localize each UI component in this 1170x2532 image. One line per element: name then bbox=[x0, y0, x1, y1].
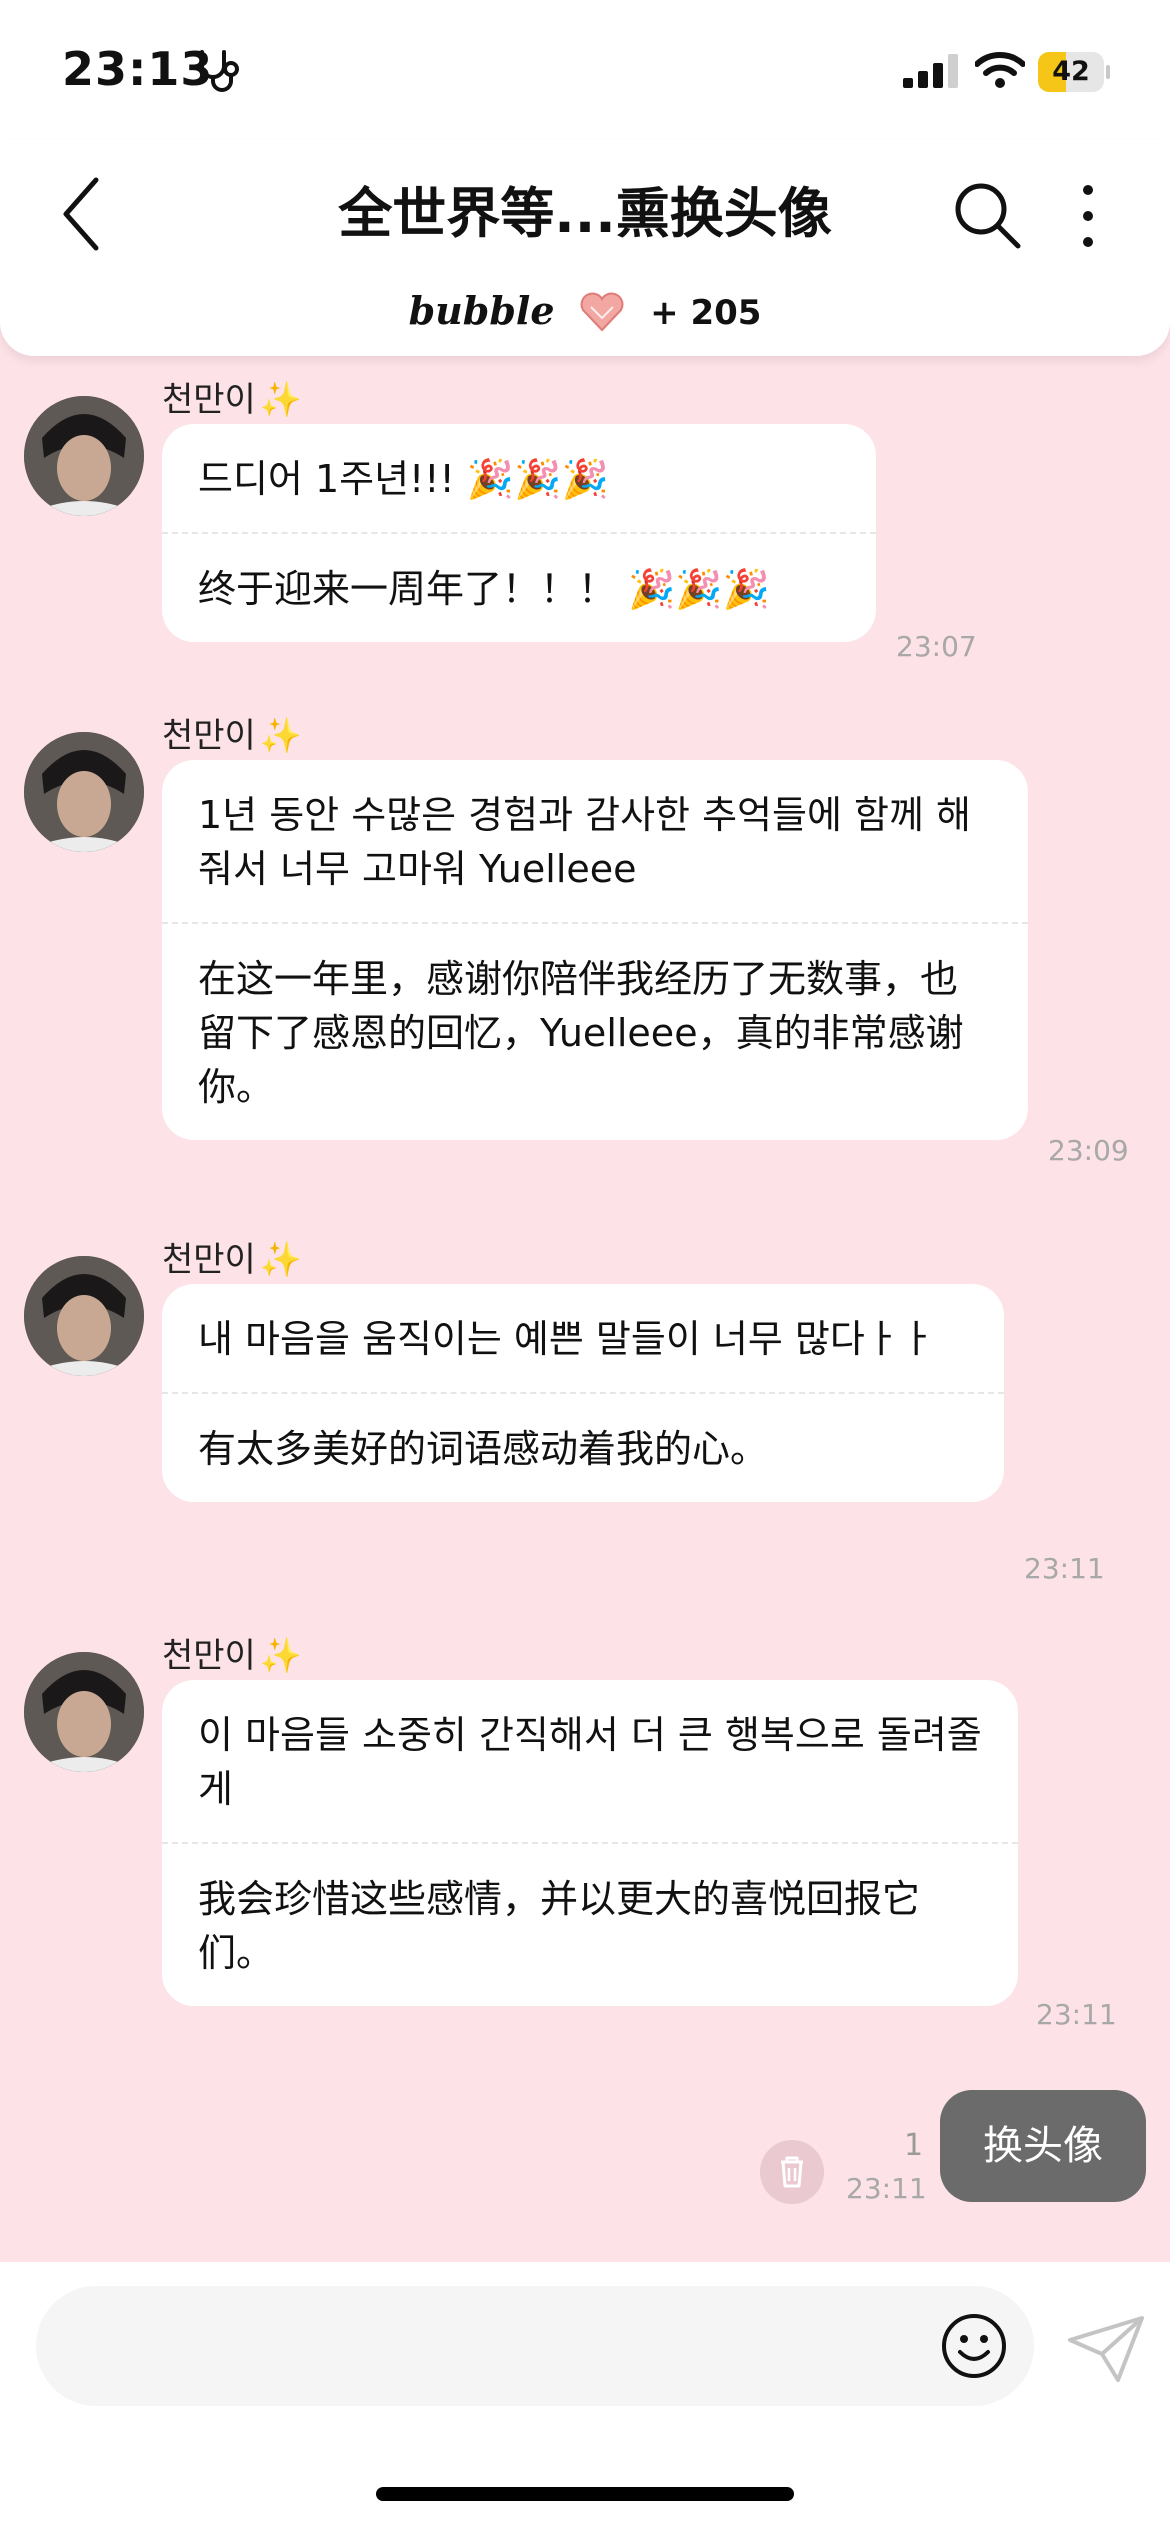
avatar[interactable] bbox=[24, 1652, 144, 1772]
avatar[interactable] bbox=[24, 396, 144, 516]
avatar[interactable] bbox=[24, 1256, 144, 1376]
chat-title: 全世界等...熏换头像 bbox=[338, 182, 832, 245]
message-time: 23:11 bbox=[1024, 1552, 1105, 1585]
status-bar: 23:13 42 bbox=[0, 0, 1170, 140]
stethoscope-icon bbox=[200, 50, 239, 92]
message-group: 천만이 ✨ 내 마음을 움직이는 예쁜 말들이 너무 많다ㅏㅏ 有太多美好的词语感… bbox=[0, 1232, 1170, 1592]
battery-indicator: 42 bbox=[1038, 52, 1110, 92]
message-bubble[interactable]: 이 마음들 소중히 간직해서 더 큰 행복으로 돌려줄게 我会珍惜这些感情，并以… bbox=[162, 1680, 1018, 2006]
message-group: 천만이 ✨ 이 마음들 소중히 간직해서 더 큰 행복으로 돌려줄게 我会珍惜这些… bbox=[0, 1628, 1170, 2048]
sent-message-bubble[interactable]: 换头像 bbox=[940, 2090, 1146, 2202]
send-icon[interactable] bbox=[1066, 2314, 1146, 2384]
party-popper-icon: 🎉🎉🎉 bbox=[466, 457, 609, 501]
home-indicator bbox=[376, 2487, 794, 2501]
sender-name: 천만이 ✨ bbox=[162, 380, 303, 420]
message-text-original: 내 마음을 움직이는 예쁜 말들이 너무 많다ㅏㅏ bbox=[198, 1317, 935, 1361]
chat-header: 全世界等...熏换头像 bubble + 205 bbox=[0, 140, 1170, 356]
message-group: 천만이 ✨ 드디어 1주년!!! 🎉🎉🎉 终于迎来一周年了！！！ 🎉🎉🎉 23:0… bbox=[0, 372, 1170, 672]
heart-gem-icon bbox=[580, 292, 624, 332]
message-group: 천만이 ✨ 1년 동안 수많은 경험과 감사한 추억들에 함께 해 줘서 너무 고… bbox=[0, 708, 1170, 1178]
cellular-signal-icon bbox=[903, 54, 958, 88]
avatar[interactable] bbox=[24, 732, 144, 852]
message-text-translation: 有太多美好的词语感动着我的心。 bbox=[162, 1392, 1004, 1502]
message-time: 23:11 bbox=[846, 2172, 927, 2205]
message-text-translation: 在这一年里，感谢你陪伴我经历了无数事，也留下了感恩的回忆，Yuelleee，真的… bbox=[162, 922, 1028, 1140]
sparkle-icon: ✨ bbox=[259, 380, 303, 420]
sender-name: 천만이 ✨ bbox=[162, 1240, 303, 1280]
status-time: 23:13 bbox=[62, 42, 214, 96]
message-bubble[interactable]: 내 마음을 움직이는 예쁜 말들이 너무 많다ㅏㅏ 有太多美好的词语感动着我的心… bbox=[162, 1284, 1004, 1502]
back-button[interactable] bbox=[52, 174, 112, 254]
bubble-logo: bubble bbox=[408, 288, 555, 333]
message-bubble[interactable]: 드디어 1주년!!! 🎉🎉🎉 终于迎来一周年了！！！ 🎉🎉🎉 bbox=[162, 424, 876, 642]
trash-icon[interactable] bbox=[760, 2140, 824, 2204]
message-bubble[interactable]: 1년 동안 수많은 경험과 감사한 추억들에 함께 해 줘서 너무 고마워 Yu… bbox=[162, 760, 1028, 1140]
message-input[interactable] bbox=[36, 2286, 1034, 2406]
wifi-icon bbox=[975, 52, 1025, 88]
battery-level: 42 bbox=[1052, 56, 1090, 87]
more-options-icon[interactable] bbox=[1070, 176, 1106, 256]
message-text-translation: 终于迎来一周年了！！！ 🎉🎉🎉 bbox=[162, 532, 876, 642]
emoji-icon[interactable] bbox=[940, 2312, 1008, 2380]
message-time: 23:09 bbox=[1048, 1134, 1129, 1167]
sender-name: 천만이 ✨ bbox=[162, 716, 303, 756]
bubble-count: + 205 bbox=[650, 293, 762, 333]
message-time: 23:07 bbox=[896, 630, 977, 663]
message-text-original: 이 마음들 소중히 간직해서 더 큰 행복으로 돌려줄게 bbox=[198, 1713, 982, 1811]
message-time: 23:11 bbox=[1036, 1998, 1117, 2031]
message-text-original: 드디어 1주년!!! 🎉🎉🎉 bbox=[198, 457, 609, 501]
unread-count: 1 bbox=[904, 2128, 924, 2163]
bubble-subscription-row[interactable]: bubble + 205 bbox=[0, 288, 1170, 338]
message-text-translation: 我会珍惜这些感情，并以更大的喜悦回报它们。 bbox=[162, 1842, 1018, 2006]
message-text-original: 1년 동안 수많은 경험과 감사한 추억들에 함께 해 줘서 너무 고마워 Yu… bbox=[198, 793, 971, 891]
sparkle-icon: ✨ bbox=[259, 1240, 303, 1280]
party-popper-icon: 🎉🎉🎉 bbox=[628, 567, 771, 611]
sparkle-icon: ✨ bbox=[259, 1636, 303, 1676]
sent-message-row: 1 23:11 换头像 bbox=[0, 2090, 1170, 2205]
search-icon[interactable] bbox=[952, 180, 1022, 250]
sender-name: 천만이 ✨ bbox=[162, 1636, 303, 1676]
sparkle-icon: ✨ bbox=[259, 716, 303, 756]
